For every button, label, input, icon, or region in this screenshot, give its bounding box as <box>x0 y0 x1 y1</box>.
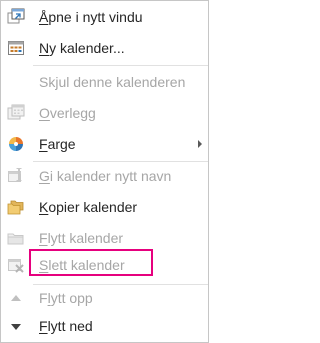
menu-item-label: Ny kalender... <box>39 40 125 56</box>
open-new-window-icon <box>7 8 25 26</box>
access-key: G <box>39 168 50 184</box>
menu-item-label: Flytt kalender <box>39 230 124 246</box>
access-key: S <box>39 257 49 273</box>
menu-item-move-calendar[interactable]: Flytt kalender <box>1 223 208 253</box>
copy-calendar-folder-icon <box>7 198 25 216</box>
menu-item-label: Overlegg <box>39 105 96 121</box>
menu-item-color[interactable]: Farge <box>1 129 208 159</box>
menu-separator <box>33 65 208 66</box>
menu-item-label: Flytt opp <box>39 290 93 306</box>
overlay-icon <box>7 104 25 122</box>
menu-item-delete-calendar[interactable]: Slett kalender <box>1 250 208 280</box>
menu-item-label: Farge <box>39 136 76 152</box>
menu-item-new-calendar[interactable]: Ny kalender... <box>1 33 208 63</box>
access-key: N <box>39 40 50 56</box>
menu-item-label: Åpne i nytt vindu <box>39 9 143 25</box>
access-key: l <box>47 290 51 306</box>
menu-item-hide-calendar[interactable]: Skjul denne kalenderen <box>1 67 208 97</box>
submenu-arrow-icon <box>198 140 202 148</box>
calendar-context-menu: Åpne i nytt vindu Ny kalender... Skjul d… <box>0 0 209 343</box>
menu-item-label: Slett kalender <box>39 257 125 273</box>
menu-item-label: Gi kalender nytt navn <box>39 168 172 184</box>
rename-calendar-icon <box>7 167 25 185</box>
menu-item-open-in-new-window[interactable]: Åpne i nytt vindu <box>1 2 208 32</box>
access-key: F <box>39 318 48 334</box>
access-key: F <box>39 136 48 152</box>
new-calendar-icon <box>7 39 25 57</box>
color-palette-icon <box>7 135 25 153</box>
menu-item-copy-calendar[interactable]: Kopier kalender <box>1 192 208 222</box>
menu-item-rename-calendar[interactable]: Gi kalender nytt navn <box>1 161 208 191</box>
menu-item-overlay[interactable]: Overlegg <box>1 98 208 128</box>
access-key: Å <box>39 9 49 25</box>
menu-item-label: Skjul denne kalenderen <box>39 74 186 90</box>
menu-item-move-down[interactable]: Flytt ned <box>1 311 208 341</box>
access-key: K <box>39 199 49 215</box>
access-key: F <box>39 230 48 246</box>
move-down-triangle-icon <box>7 317 25 335</box>
delete-calendar-icon <box>7 256 25 274</box>
move-up-triangle-icon <box>7 289 25 307</box>
access-key: O <box>39 105 50 121</box>
access-key: j <box>55 74 59 90</box>
move-calendar-folder-icon <box>7 229 25 247</box>
menu-item-label: Kopier kalender <box>39 199 138 215</box>
menu-item-label: Flytt ned <box>39 318 93 334</box>
menu-item-move-up[interactable]: Flytt opp <box>1 283 208 313</box>
